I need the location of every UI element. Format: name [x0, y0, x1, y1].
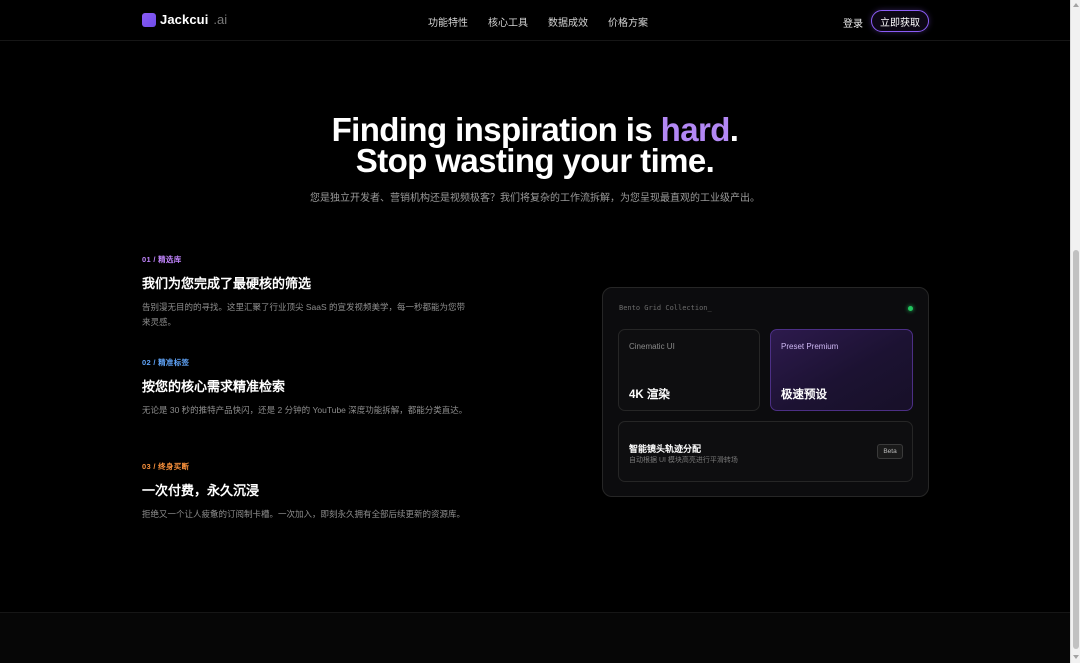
tile-label: Preset Premium — [781, 342, 839, 351]
feature-title: 按您的核心需求精准检索 — [142, 379, 286, 394]
top-nav: Jackcui .ai 功能特性 核心工具 数据成效 价格方案 登录 立即获取 — [0, 0, 1070, 41]
bento-title: Bento Grid Collection_ — [619, 304, 712, 312]
get-now-button[interactable]: 立即获取 — [871, 10, 929, 32]
bento-grid-card: Bento Grid Collection_ Cinematic UI 4K 渲… — [602, 287, 929, 497]
feature-2: 02 / 精准标签 按您的核心需求精准检索 无论是 30 秒的推特产品快闪，还是… — [142, 357, 472, 418]
status-dot-icon — [908, 306, 913, 311]
nav-link-pricing[interactable]: 价格方案 — [608, 14, 648, 29]
feature-tag: 03 / 终身买断 — [142, 462, 190, 471]
feature-desc: 无论是 30 秒的推特产品快闪，还是 2 分钟的 YouTube 深度功能拆解，… — [142, 405, 468, 415]
scroll-up-arrow-icon[interactable] — [1073, 3, 1079, 7]
tile-smart-camera-path[interactable]: 智能镜头轨迹分配 自动根据 UI 模块高亮进行平滑转场 Beta — [618, 421, 913, 482]
scrollbar-thumb[interactable] — [1073, 250, 1079, 649]
feature-3: 03 / 终身买断 一次付费，永久沉浸 拒绝又一个让人疲惫的订阅制卡槽。一次加入… — [142, 461, 472, 522]
nav-link-results[interactable]: 数据成效 — [548, 14, 588, 29]
scroll-down-arrow-icon[interactable] — [1073, 655, 1079, 659]
tile-value: 极速预设 — [781, 389, 827, 401]
brand-suffix: .ai — [213, 12, 228, 27]
tile-preset-premium[interactable]: Preset Premium 极速预设 — [770, 329, 913, 411]
hero-title-line2: Stop wasting your time. — [355, 142, 715, 179]
brand-logo[interactable]: Jackcui .ai — [142, 12, 227, 27]
footer-band — [0, 613, 1070, 663]
feature-title: 一次付费，永久沉浸 — [142, 483, 260, 498]
tile-cinematic-ui[interactable]: Cinematic UI 4K 渲染 — [618, 329, 760, 411]
vertical-scrollbar[interactable] — [1070, 0, 1080, 663]
logo-mark-icon — [142, 12, 156, 27]
brand-name: Jackcui — [160, 12, 209, 27]
tile-value: 4K 渲染 — [629, 389, 670, 401]
feature-desc: 告别漫无目的的寻找。这里汇聚了行业顶尖 SaaS 的宣发视频美学，每一秒都能为您… — [142, 302, 466, 327]
feature-title: 我们为您完成了最硬核的筛选 — [142, 276, 312, 291]
nav-link-tools[interactable]: 核心工具 — [488, 14, 528, 29]
feature-tag: 01 / 精选库 — [142, 255, 182, 264]
nav-link-features[interactable]: 功能特性 — [428, 14, 468, 29]
feature-desc: 拒绝又一个让人疲惫的订阅制卡槽。一次加入，即刻永久拥有全部后续更新的资源库。 — [142, 509, 466, 519]
hero-title: Finding inspiration is hard. Stop wastin… — [0, 111, 1070, 179]
hero-subtitle: 您是独立开发者、营销机构还是视频极客？我们将复杂的工作流拆解，为您呈现最直观的工… — [310, 193, 760, 204]
nav-links: 功能特性 核心工具 数据成效 价格方案 — [428, 14, 668, 29]
beta-badge: Beta — [877, 444, 903, 459]
feature-1: 01 / 精选库 我们为您完成了最硬核的筛选 告别漫无目的的寻找。这里汇聚了行业… — [142, 254, 472, 330]
hero-title-period: . — [729, 111, 739, 148]
feature-tag: 02 / 精准标签 — [142, 358, 190, 367]
tile-label: Cinematic UI — [629, 342, 675, 351]
tile-desc: 自动根据 UI 模块高亮进行平滑转场 — [629, 457, 738, 464]
login-link[interactable]: 登录 — [843, 15, 863, 30]
tile-title: 智能镜头轨迹分配 — [629, 444, 702, 454]
